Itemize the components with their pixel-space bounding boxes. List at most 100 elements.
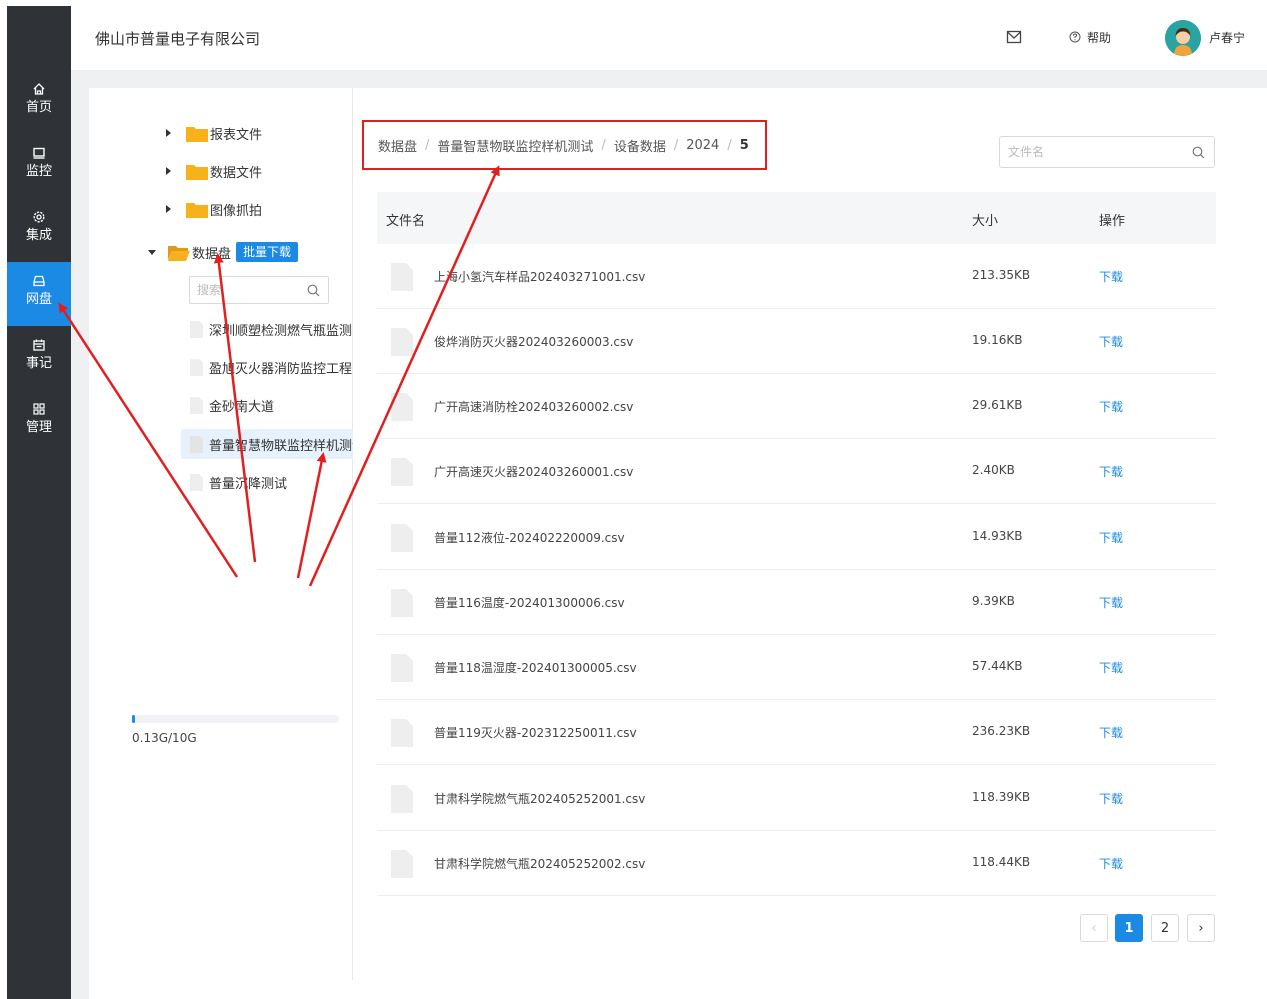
caret-right-icon[interactable]	[166, 167, 171, 175]
column-header-action: 操作	[1099, 214, 1126, 229]
tree-search-input[interactable]	[190, 277, 300, 303]
file-name: 普量118温湿度-202401300005.csv	[434, 661, 637, 675]
caret-right-icon[interactable]	[166, 205, 171, 213]
nav-item-monitor[interactable]: 监控	[7, 134, 71, 198]
tree-file-node[interactable]: 盈旭灭火器消防监控工程	[181, 352, 353, 382]
nav-item-drive[interactable]: 网盘	[7, 262, 71, 326]
question-icon	[1069, 31, 1081, 43]
file-name: 普量119灭火器-202312250011.csv	[434, 726, 637, 740]
file-icon	[190, 435, 203, 453]
download-link[interactable]: 下载	[1099, 268, 1123, 285]
breadcrumb-separator: /	[425, 137, 430, 153]
pagination-prev-button[interactable]: ‹	[1080, 914, 1108, 942]
breadcrumb-item[interactable]: 2024	[686, 138, 719, 153]
file-name: 普量112液位-202402220009.csv	[434, 531, 625, 545]
pagination-page-1[interactable]: 1	[1115, 914, 1143, 942]
tree-file-node[interactable]: 深圳顺塑检测燃气瓶监测	[181, 314, 353, 344]
file-icon	[391, 654, 413, 682]
batch-download-button[interactable]: 批量下载	[236, 242, 299, 262]
table-row: 普量118温湿度-202401300005.csv 57.44KB 下载	[377, 635, 1216, 700]
file-icon	[190, 320, 203, 338]
download-link[interactable]: 下载	[1099, 594, 1123, 611]
top-header: 佛山市普量电子有限公司 帮助 卢春宁	[71, 6, 1267, 70]
gear-icon	[33, 211, 45, 223]
tree-folder-snapshots[interactable]: 图像抓拍	[166, 198, 262, 220]
download-link[interactable]: 下载	[1099, 398, 1123, 415]
file-size: 118.44KB	[972, 855, 1031, 869]
download-link[interactable]: 下载	[1099, 463, 1123, 480]
caret-down-icon[interactable]	[148, 249, 156, 255]
mail-icon[interactable]	[1006, 30, 1022, 44]
storage-usage-text: 0.13G/10G	[132, 731, 197, 745]
caret-right-icon[interactable]	[166, 129, 171, 137]
content-left-gutter	[71, 88, 89, 999]
file-name: 广开高速灭火器202403260001.csv	[434, 465, 634, 479]
file-name: 普量116温度-202401300006.csv	[434, 596, 625, 610]
tree-file-label: 盈旭灭火器消防监控工程	[209, 361, 353, 377]
help-label: 帮助	[1087, 30, 1112, 45]
tree-folder-reports[interactable]: 报表文件	[166, 122, 262, 144]
nav-rail: 首页 监控 集成 网盘 事记 管理	[7, 6, 71, 999]
search-icon[interactable]	[307, 284, 320, 297]
tree-file-node[interactable]: 普量沉降测试	[181, 467, 353, 497]
download-link[interactable]: 下载	[1099, 333, 1123, 350]
tree-folder-data-disk[interactable]: 数据盘 批量下载	[148, 241, 299, 263]
company-name: 佛山市普量电子有限公司	[95, 30, 261, 48]
table-row: 广开高速灭火器202403260001.csv 2.40KB 下载	[377, 439, 1216, 504]
breadcrumb-current: 5	[739, 137, 749, 153]
avatar[interactable]	[1165, 20, 1201, 56]
file-size: 57.44KB	[972, 659, 1023, 673]
pagination-page-2[interactable]: 2	[1151, 914, 1179, 942]
tree-folder-label: 图像抓拍	[210, 203, 263, 219]
search-icon[interactable]	[1192, 146, 1205, 159]
file-icon	[190, 358, 203, 376]
tree-disk-label: 数据盘	[192, 246, 232, 262]
tree-file-label: 金砂南大道	[209, 399, 275, 415]
help-link[interactable]: 帮助	[1069, 28, 1111, 46]
pagination-next-button[interactable]: ›	[1187, 914, 1215, 942]
tree-folder-label: 报表文件	[210, 127, 263, 143]
breadcrumb-separator: /	[601, 137, 606, 153]
file-icon	[391, 393, 413, 421]
storage-usage-bar	[132, 715, 339, 723]
nav-label: 首页	[25, 100, 52, 115]
file-search-box	[999, 136, 1215, 168]
table-row: 上海小氢汽车样品202403271001.csv 213.35KB 下载	[377, 244, 1216, 309]
nav-label: 事记	[25, 356, 52, 371]
file-search-input[interactable]	[1000, 137, 1180, 167]
nav-item-integration[interactable]: 集成	[7, 198, 71, 262]
column-header-name: 文件名	[386, 214, 426, 229]
file-size: 29.61KB	[972, 398, 1023, 412]
table-row: 广开高速消防栓202403260002.csv 29.61KB 下载	[377, 374, 1216, 439]
file-name: 上海小氢汽车样品202403271001.csv	[434, 270, 646, 284]
nav-item-events[interactable]: 事记	[7, 326, 71, 390]
file-table-header: 文件名 大小 操作	[377, 192, 1216, 244]
user-name[interactable]: 卢春宁	[1209, 29, 1245, 46]
nav-label: 集成	[25, 228, 52, 243]
download-link[interactable]: 下载	[1099, 659, 1123, 676]
download-link[interactable]: 下载	[1099, 790, 1123, 807]
breadcrumb-item[interactable]: 数据盘	[378, 136, 417, 155]
file-icon	[391, 328, 413, 356]
download-link[interactable]: 下载	[1099, 855, 1123, 872]
tree-folder-label: 数据文件	[210, 165, 263, 181]
file-name: 广开高速消防栓202403260002.csv	[434, 400, 634, 414]
file-icon	[391, 524, 413, 552]
column-header-size: 大小	[972, 214, 999, 229]
download-link[interactable]: 下载	[1099, 529, 1123, 546]
breadcrumb-item[interactable]: 设备数据	[614, 136, 666, 155]
breadcrumb-separator: /	[727, 137, 732, 153]
tree-file-label: 普量沉降测试	[209, 476, 288, 492]
breadcrumb-item[interactable]: 普量智慧物联监控样机测试	[437, 136, 593, 155]
file-size: 14.93KB	[972, 529, 1023, 543]
breadcrumb: 数据盘 / 普量智慧物联监控样机测试 / 设备数据 / 2024 / 5	[362, 120, 767, 170]
download-link[interactable]: 下载	[1099, 724, 1123, 741]
nav-item-manage[interactable]: 管理	[7, 390, 71, 454]
tree-file-label: 深圳顺塑检测燃气瓶监测	[209, 323, 353, 339]
tree-file-node[interactable]: 金砂南大道	[181, 390, 353, 420]
tree-file-node-selected[interactable]: 普量智慧物联监控样机测试	[181, 429, 353, 459]
nav-item-home[interactable]: 首页	[7, 70, 71, 134]
tree-folder-data-files[interactable]: 数据文件	[166, 160, 262, 182]
file-name: 甘肃科学院燃气瓶202405252001.csv	[434, 792, 646, 806]
file-size: 2.40KB	[972, 463, 1015, 477]
